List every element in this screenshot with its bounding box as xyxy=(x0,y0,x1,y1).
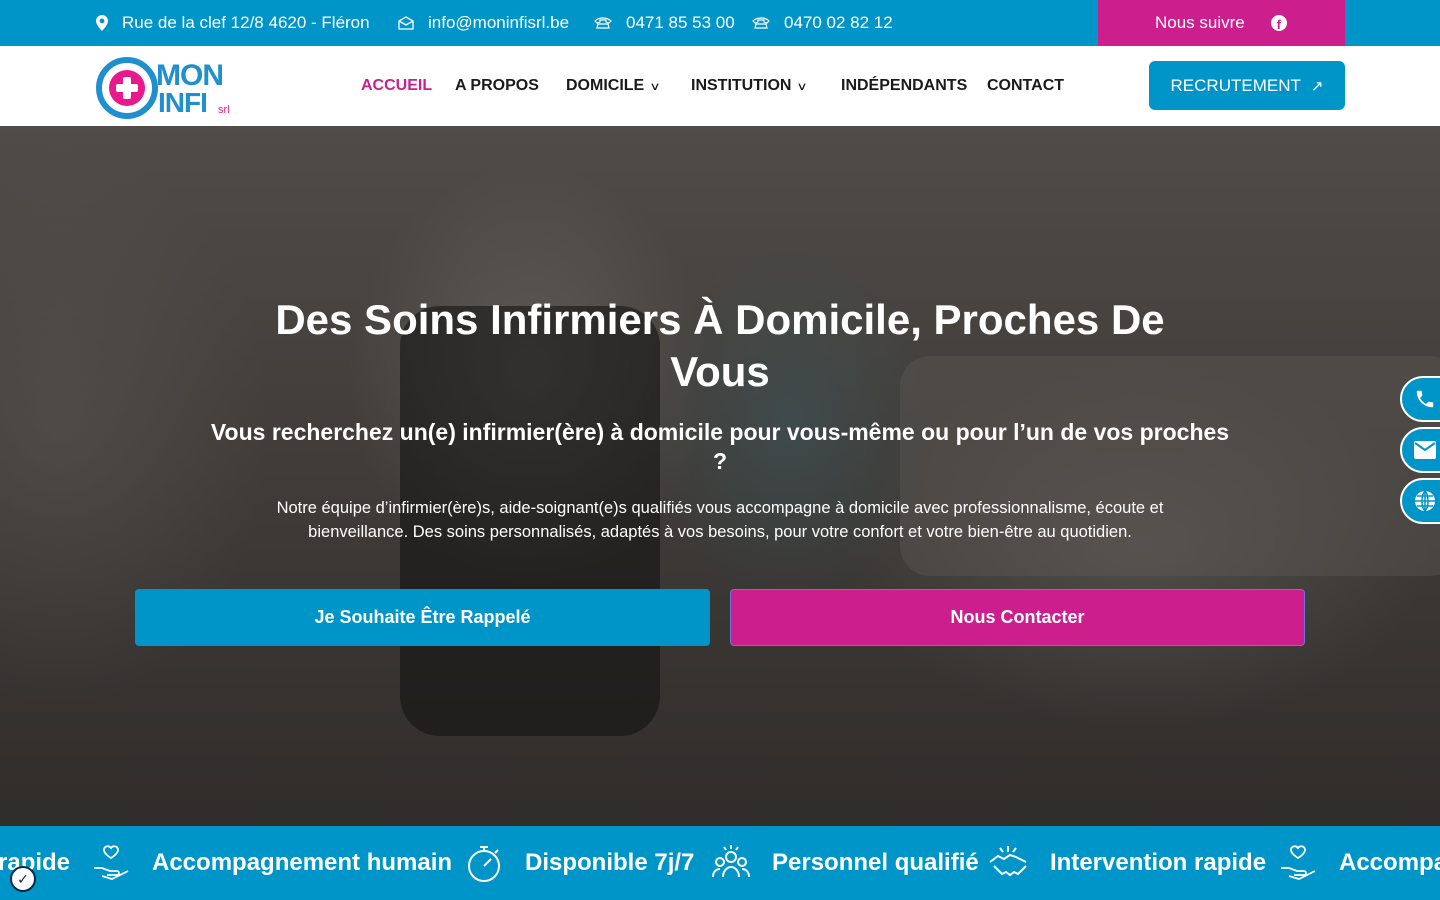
phone-icon xyxy=(1416,390,1434,408)
address-item: Rue de la clef 12/8 4620 - Fléron xyxy=(96,0,370,46)
nav-item-independants[interactable]: INDÉPENDANTS xyxy=(841,46,967,126)
ticker-item-label: Disponible 7j/7 xyxy=(525,849,695,876)
ticker-item-label: Intervention rapide xyxy=(1050,849,1267,876)
nav-item-label: A PROPOS xyxy=(455,77,539,94)
phone1-link[interactable]: 0471 85 53 00 xyxy=(626,13,735,33)
mail-icon xyxy=(398,16,414,30)
chevron-down-icon: ∨ xyxy=(649,80,661,93)
nav-item-a-propos[interactable]: A PROPOS xyxy=(455,46,539,126)
envelope-icon xyxy=(1414,441,1436,459)
hero-subtitle: Vous recherchez un(e) infirmier(ère) à d… xyxy=(210,419,1230,474)
callback-button-label: Je Souhaite Être Rappelé xyxy=(314,607,531,627)
callback-button[interactable]: Je Souhaite Être Rappelé xyxy=(135,589,710,646)
nav-item-label: ACCUEIL xyxy=(361,77,433,94)
ticker-item: rapide xyxy=(0,826,70,900)
nav-item-label: CONTACT xyxy=(987,77,1065,94)
hero-section: Des Soins Infirmiers À Domicile, Proches… xyxy=(0,126,1440,826)
nav-item-label: INDÉPENDANTS xyxy=(841,77,968,94)
phone2-item[interactable]: 0470 02 82 12 xyxy=(752,0,893,46)
facebook-icon[interactable]: f xyxy=(1270,15,1287,31)
nav-item-label: INSTITUTION xyxy=(691,77,792,94)
phone-icon xyxy=(594,17,612,29)
external-arrow-icon: ↗ xyxy=(1310,77,1324,95)
follow-label: Nous suivre xyxy=(1155,13,1245,32)
ticker-item-label: Accompa xyxy=(1339,849,1440,876)
nav-item-contact[interactable]: CONTACT xyxy=(987,46,1064,126)
floating-phone-button[interactable] xyxy=(1400,376,1440,422)
ticker-item-label: Personnel qualifié xyxy=(772,849,979,876)
main-header: MON INFI srl ACCUEIL A PROPOS DOMICILE ∨… xyxy=(0,46,1440,126)
heart-hand-icon xyxy=(1281,845,1316,880)
ticker-item: Accompagnement humain xyxy=(92,826,452,900)
logo-suffix: srl xyxy=(218,104,230,116)
handshake-icon xyxy=(989,846,1027,877)
nav-item-label: DOMICILE xyxy=(566,77,645,94)
globe-icon xyxy=(1415,490,1435,512)
social-follow: Nous suivre f xyxy=(1098,0,1345,46)
cookie-consent-icon[interactable]: ✓ xyxy=(10,866,36,892)
email-item[interactable]: info@moninfisrl.be xyxy=(398,0,569,46)
floating-website-button[interactable] xyxy=(1400,478,1440,524)
hero-description: Notre équipe d’infirmier(ère)s, aide-soi… xyxy=(276,499,1164,541)
logo-cross-horizontal xyxy=(116,84,138,92)
address-text: Rue de la clef 12/8 4620 - Fléron xyxy=(122,13,370,32)
site-logo[interactable]: MON INFI srl xyxy=(96,56,241,120)
team-icon xyxy=(712,845,750,878)
ticker-item: Accompa xyxy=(1279,826,1440,900)
nav-item-institution[interactable]: INSTITUTION ∨ xyxy=(691,46,809,126)
location-pin-icon xyxy=(96,15,108,31)
chevron-down-icon: ∨ xyxy=(796,80,809,93)
stopwatch-icon xyxy=(468,846,500,882)
recruitment-button[interactable]: RECRUTEMENT ↗ xyxy=(1149,61,1345,110)
email-link[interactable]: info@moninfisrl.be xyxy=(428,13,569,33)
hero-title: Des Soins Infirmiers À Domicile, Proches… xyxy=(275,296,1165,395)
ticker-item-label: Accompagnement humain xyxy=(152,849,453,876)
floating-email-button[interactable] xyxy=(1400,427,1440,473)
phone-icon xyxy=(752,17,770,29)
phone1-item[interactable]: 0471 85 53 00 xyxy=(594,0,735,46)
ticker-item: Personnel qualifié xyxy=(712,826,979,900)
logo-text-line2: INFI xyxy=(158,87,208,118)
nav-item-accueil[interactable]: ACCUEIL xyxy=(361,46,432,126)
heart-hand-icon xyxy=(94,845,129,880)
ticker-item: Disponible 7j/7 xyxy=(465,826,694,900)
contact-button[interactable]: Nous Contacter xyxy=(730,589,1305,646)
recruitment-label: RECRUTEMENT xyxy=(1170,75,1301,95)
top-info-bar: Rue de la clef 12/8 4620 - Fléron info@m… xyxy=(0,0,1440,46)
phone2-link[interactable]: 0470 02 82 12 xyxy=(784,13,893,33)
ticker-item: Intervention rapide xyxy=(988,826,1266,900)
nav-item-domicile[interactable]: DOMICILE ∨ xyxy=(566,46,661,126)
features-ticker: rapide Accompagnement humain Disponible … xyxy=(0,826,1440,900)
contact-button-label: Nous Contacter xyxy=(950,607,1085,627)
hero-overlay xyxy=(0,126,1440,826)
